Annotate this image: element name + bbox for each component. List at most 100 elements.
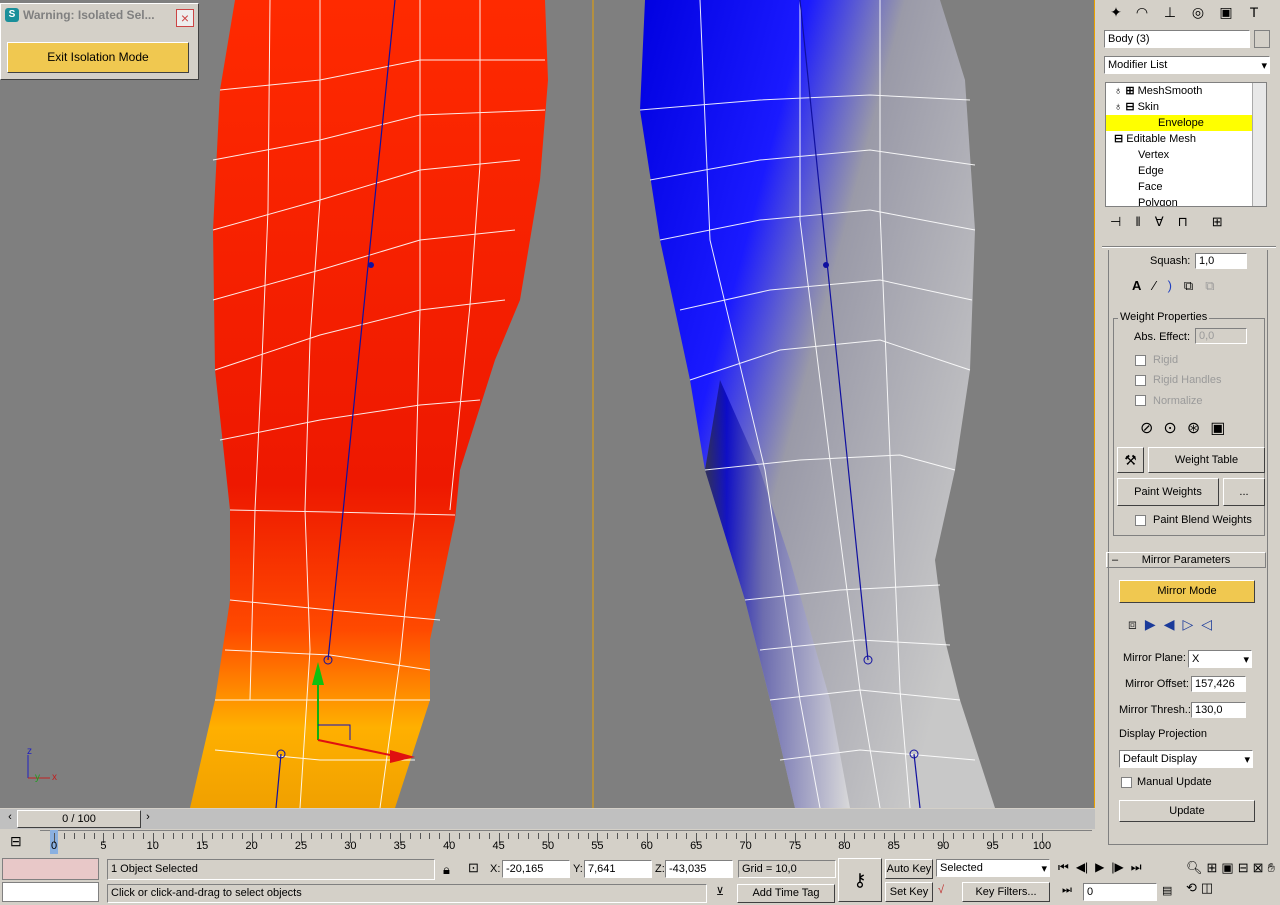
display-projection-dropdown[interactable]: Default Display ▾ (1119, 750, 1253, 768)
time-config-icon[interactable]: ▤ (1162, 884, 1172, 897)
curve-icon[interactable]: ) (1168, 278, 1172, 294)
select-excluded-icon[interactable]: ⊛ (1187, 418, 1200, 438)
motion-tab-icon[interactable]: ◎ (1186, 1, 1210, 23)
region-zoom-icon[interactable]: ⊠ (1253, 860, 1264, 876)
copy-icon[interactable]: ⧉ (1184, 278, 1193, 294)
object-color-swatch[interactable] (1254, 30, 1270, 48)
stack-item-meshsmooth[interactable]: ♁ ⊞ MeshSmooth (1106, 83, 1266, 99)
stack-item-vertex[interactable]: Vertex (1106, 147, 1266, 163)
stack-item-envelope[interactable]: Envelope (1106, 115, 1252, 131)
zoom-extents-icon[interactable]: ▣ (1221, 860, 1233, 876)
key-filters-button[interactable]: Key Filters... (962, 882, 1050, 902)
auto-key-button[interactable]: Auto Key (885, 859, 933, 879)
exclude-verts-icon[interactable]: ⊘ (1140, 418, 1153, 438)
include-verts-icon[interactable]: ⊙ (1163, 418, 1176, 438)
paint-options-button[interactable]: ... (1223, 478, 1265, 506)
go-to-start-icon[interactable]: ⏮ (1058, 860, 1069, 875)
rigid-handles-checkbox[interactable] (1135, 375, 1146, 386)
maxscript-listener-white[interactable] (2, 882, 99, 902)
zoom-extents-all-icon[interactable]: ⊟ (1238, 860, 1249, 876)
mirror-mode-button[interactable]: Mirror Mode (1119, 580, 1255, 603)
previous-key-icon[interactable]: ◀| (1076, 860, 1088, 875)
collapse-icon[interactable]: ⊟ (1125, 101, 1134, 113)
mirror-rollout-header[interactable]: – Mirror Parameters (1106, 552, 1266, 568)
next-key-icon[interactable]: |▶ (1111, 860, 1123, 875)
stack-item-polygon[interactable]: Polygon (1106, 195, 1266, 206)
set-keys-key-icon[interactable]: ⚷ (838, 858, 882, 902)
show-end-result-icon[interactable]: ‖ (1135, 214, 1140, 234)
configure-sets-icon[interactable]: ⊞ (1212, 214, 1223, 234)
maxscript-listener-pink[interactable] (2, 858, 99, 880)
text-a-icon[interactable]: A (1132, 278, 1141, 294)
dialog-titlebar[interactable]: S Warning: Isolated Sel... (1, 4, 198, 26)
next-frame-icon[interactable]: › (142, 811, 154, 827)
bake-weights-icon[interactable]: ▣ (1210, 418, 1225, 438)
wrench-icon[interactable]: ⚒ (1117, 447, 1144, 473)
mirror-thresh-field[interactable]: 130,0 (1191, 702, 1246, 718)
time-tag-icon[interactable]: ⊻ (716, 885, 724, 898)
viewport[interactable]: z x y (0, 0, 1095, 808)
manual-update-checkbox[interactable] (1121, 777, 1132, 788)
weight-table-button[interactable]: Weight Table (1148, 447, 1265, 473)
modify-tab-icon[interactable]: ◠ (1130, 1, 1154, 23)
zoom-all-icon[interactable]: ⊞ (1207, 860, 1218, 876)
maximize-viewport-icon[interactable]: ◫ (1201, 880, 1213, 896)
z-coord-field[interactable]: -43,035 (665, 860, 733, 878)
close-icon[interactable]: × (176, 9, 194, 27)
selected-set-dropdown[interactable]: Selected ▾ (936, 859, 1050, 877)
key-mode-icon[interactable]: ⏭ (1062, 884, 1072, 897)
remove-modifier-icon[interactable]: ⊓ (1178, 214, 1188, 234)
mirror-paste-icon[interactable]: ⧈ (1128, 616, 1137, 633)
current-frame-field[interactable]: 0 (1083, 883, 1157, 901)
paste-green-to-blue-bone-icon[interactable]: ▶ (1145, 616, 1156, 633)
pan-icon[interactable]: ✋︎ (1268, 860, 1275, 876)
hierarchy-tab-icon[interactable]: ⊥ (1158, 1, 1182, 23)
modifier-list-dropdown[interactable]: Modifier List ▾ (1104, 56, 1270, 74)
x-coord-field[interactable]: -20,165 (502, 860, 570, 878)
mirror-offset-field[interactable]: 157,426 (1191, 676, 1246, 692)
create-tab-icon[interactable]: ✦ (1104, 1, 1128, 23)
pen-icon[interactable]: ⁄ (1153, 278, 1155, 294)
absolute-mode-icon[interactable]: ⊡ (468, 860, 479, 876)
update-button[interactable]: Update (1119, 800, 1255, 822)
normalize-checkbox[interactable] (1135, 395, 1146, 406)
stack-item-face[interactable]: Face (1106, 179, 1266, 195)
exit-isolation-button[interactable]: Exit Isolation Mode (7, 42, 189, 73)
pin-stack-icon[interactable]: ⊣ (1110, 214, 1121, 234)
squash-field[interactable]: 1,0 (1195, 253, 1247, 269)
paste-icon[interactable]: ⧉ (1205, 278, 1214, 294)
paste-blue-to-green-bone-icon[interactable]: ◀ (1164, 616, 1175, 633)
trackbar-toggle-icon[interactable]: ⊟ (10, 833, 22, 850)
time-slider-track[interactable] (0, 809, 1095, 829)
time-slider-thumb[interactable]: 0 / 100 (17, 810, 141, 828)
set-key-button[interactable]: Set Key (885, 882, 933, 902)
mirror-plane-dropdown[interactable]: X ▾ (1188, 650, 1252, 668)
paint-blend-checkbox[interactable] (1135, 515, 1146, 526)
add-time-tag-button[interactable]: Add Time Tag (737, 884, 835, 903)
go-to-end-icon[interactable]: ⏭ (1131, 860, 1142, 875)
key-tangent-icon[interactable]: √ (938, 884, 944, 896)
play-icon[interactable]: ▶ (1095, 860, 1104, 875)
paste-green-to-blue-verts-icon[interactable]: ▷ (1182, 616, 1193, 633)
display-tab-icon[interactable]: ▣ (1214, 1, 1238, 23)
paint-weights-button[interactable]: Paint Weights (1117, 478, 1219, 506)
make-unique-icon[interactable]: ∀ (1155, 214, 1164, 234)
expand-icon[interactable]: ⊞ (1125, 85, 1134, 97)
utilities-tab-icon[interactable]: T (1242, 1, 1266, 23)
rigid-checkbox[interactable] (1135, 355, 1146, 366)
stack-item-skin[interactable]: ♁ ⊟ Skin (1106, 99, 1266, 115)
object-name-field[interactable]: Body (3) (1104, 30, 1250, 48)
zoom-icon[interactable]: 🔍︎ (1186, 860, 1203, 876)
stack-item-edge[interactable]: Edge (1106, 163, 1266, 179)
abs-effect-field[interactable]: 0,0 (1195, 328, 1247, 344)
prev-frame-icon[interactable]: ‹ (4, 811, 16, 827)
y-coord-field[interactable]: 7,641 (584, 860, 652, 878)
stack-scrollbar[interactable] (1252, 83, 1266, 206)
arc-rotate-icon[interactable]: ⟲ (1186, 880, 1197, 896)
rollout-toggle[interactable]: – (1112, 553, 1118, 567)
stack-item-editable-mesh[interactable]: ⊟ Editable Mesh (1106, 131, 1266, 147)
paste-blue-to-green-verts-icon[interactable]: ◁ (1201, 616, 1212, 633)
modifier-stack[interactable]: ♁ ⊞ MeshSmooth ♁ ⊟ Skin Envelope ⊟ Edita… (1105, 82, 1267, 207)
collapse-icon[interactable]: ⊟ (1114, 133, 1123, 145)
lock-icon[interactable]: 🔒︎ (443, 862, 450, 878)
